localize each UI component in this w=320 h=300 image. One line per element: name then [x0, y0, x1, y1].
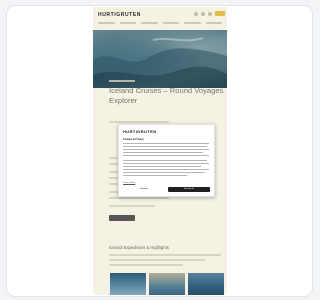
dialog-text-line: [123, 172, 205, 173]
dialog-text-line: [123, 169, 209, 170]
dialog-text-line: [123, 175, 187, 176]
dialog-logo: HURTIGRUTEN: [123, 129, 157, 134]
dialog-text-line: [123, 163, 209, 164]
privacy-policy-link[interactable]: Privacy policy: [123, 182, 135, 184]
cookie-settings-button[interactable]: Settings: [123, 187, 165, 192]
dialog-heading: Cookies & Privacy: [123, 138, 144, 141]
dialog-text-line: [123, 146, 207, 147]
dialog-text-line: [123, 160, 207, 161]
dialog-text-line: [123, 143, 209, 144]
cookie-consent-dialog: HURTIGRUTEN Cookies & Privacy Privacy po…: [118, 124, 215, 197]
accept-all-cookies-button[interactable]: Accept all: [168, 187, 210, 192]
dialog-text-line: [123, 166, 201, 167]
website-screenshot: HURTIGRUTEN Iceland Cruises – Round Voya…: [93, 7, 227, 295]
dialog-text-line: [123, 155, 209, 156]
dialog-text-line: [123, 152, 203, 153]
dialog-text-line: [123, 149, 209, 150]
